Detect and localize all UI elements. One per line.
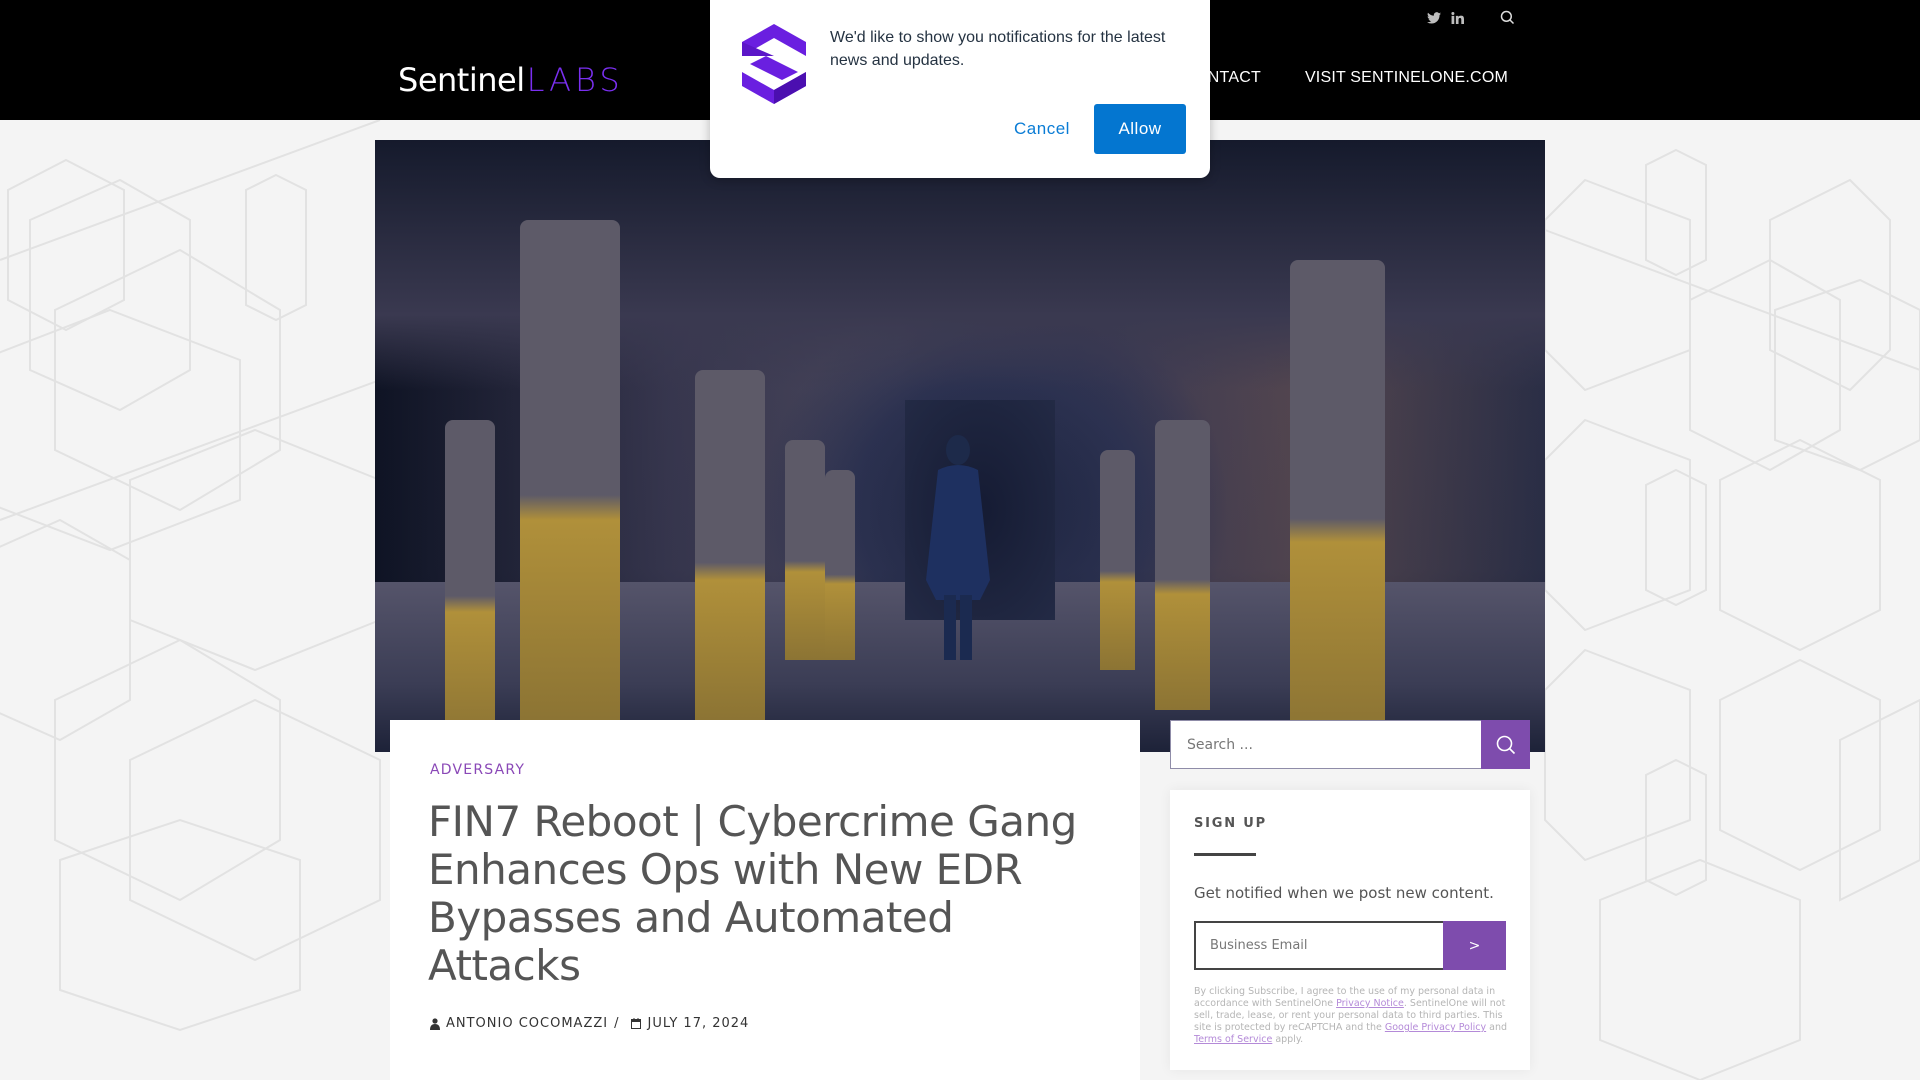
terms-of-service-link[interactable]: Terms of Service [1194, 1034, 1272, 1045]
signup-title: SIGN UP [1194, 816, 1267, 831]
hero-pillar [785, 440, 825, 660]
signup-form: > [1194, 921, 1506, 970]
notification-message: We'd like to show you notifications for … [830, 29, 1166, 69]
legal-text: apply. [1272, 1034, 1304, 1045]
linkedin-icon[interactable] [1451, 11, 1464, 27]
hero-image [375, 140, 1545, 752]
article-title: FIN7 Reboot | Cybercrime Gang Enhances O… [428, 797, 1077, 990]
hero-pillar [520, 220, 620, 720]
subscribe-button[interactable]: > [1443, 921, 1506, 970]
allow-button[interactable]: Allow [1094, 104, 1186, 154]
meta-separator: / [614, 1016, 620, 1031]
logo-text-labs: LABS [526, 61, 624, 99]
top-icon-bar [1427, 10, 1515, 28]
hero-pillar [1155, 420, 1210, 710]
business-email-input[interactable] [1194, 921, 1443, 970]
article-meta: ANTONIO COCOMAZZI / JULY 17, 2024 [430, 1016, 749, 1031]
privacy-notice-link[interactable]: Privacy Notice [1336, 998, 1404, 1009]
google-privacy-policy-link[interactable]: Google Privacy Policy [1385, 1022, 1486, 1033]
calendar-icon [631, 1018, 642, 1029]
main-nav: CONTACT VISIT SENTINELONE.COM [1183, 69, 1508, 87]
notification-permission-dialog: We'd like to show you notifications for … [710, 0, 1210, 178]
signup-divider [1194, 853, 1256, 856]
search-input[interactable] [1170, 720, 1481, 769]
publish-date: JULY 17, 2024 [647, 1016, 750, 1031]
hero-pillar [445, 420, 495, 740]
sentinelone-s-logo-icon [742, 24, 806, 104]
legal-disclaimer: By clicking Subscribe, I agree to the us… [1194, 986, 1510, 1046]
signup-description: Get notified when we post new content. [1194, 884, 1494, 902]
cancel-button[interactable]: Cancel [982, 104, 1102, 154]
legal-text: and [1486, 1022, 1508, 1033]
sidebar-search-form [1170, 720, 1530, 769]
hero-pillar [1100, 450, 1135, 670]
hero-pillar [695, 370, 765, 720]
search-icon [1496, 735, 1515, 754]
hero-person [926, 435, 990, 660]
sentinel-labs-logo[interactable]: SentinelLABS [398, 62, 624, 98]
twitter-icon[interactable] [1427, 11, 1441, 27]
header-search-icon[interactable] [1500, 10, 1515, 28]
author-name[interactable]: ANTONIO COCOMAZZI [446, 1016, 608, 1031]
article-card: ADVERSARY FIN7 Reboot | Cybercrime Gang … [390, 720, 1140, 1080]
signup-widget: SIGN UP Get notified when we post new co… [1170, 790, 1530, 1070]
category-link[interactable]: ADVERSARY [430, 762, 525, 778]
nav-visit-sentinelone[interactable]: VISIT SENTINELONE.COM [1305, 69, 1508, 87]
hero-pillar [825, 470, 855, 660]
user-icon [430, 1017, 440, 1030]
search-submit-button[interactable] [1481, 720, 1530, 769]
logo-text-sentinel: Sentinel [398, 61, 525, 99]
hero-pillar [1290, 260, 1385, 730]
